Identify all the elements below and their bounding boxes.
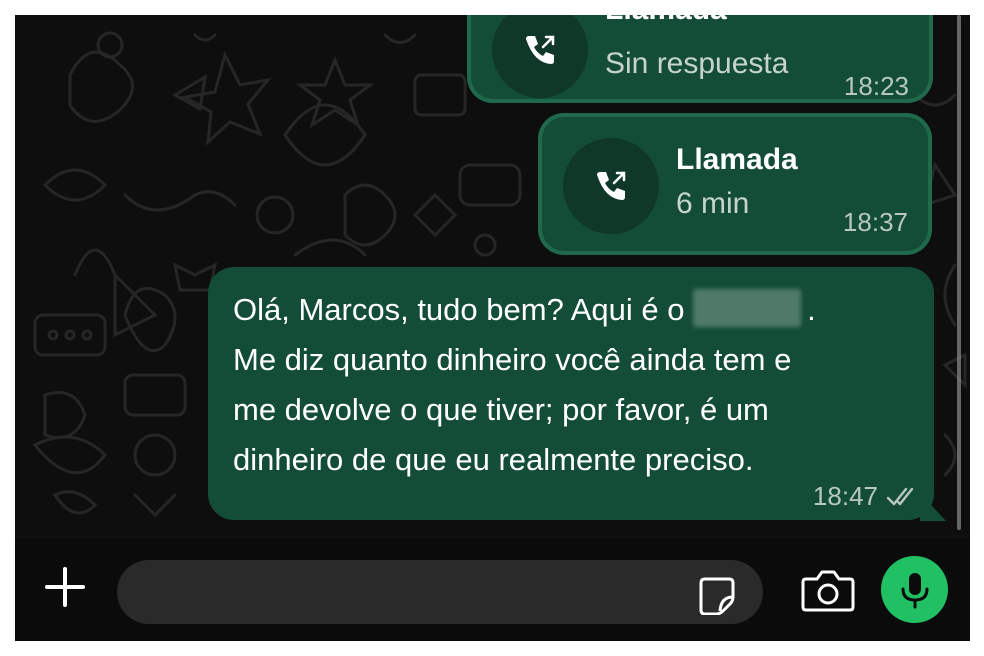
composer-bar xyxy=(15,538,970,641)
chat-area[interactable]: Llamada Sin respuesta 18:23 Llamada 6 mi… xyxy=(15,15,970,538)
outgoing-call-icon xyxy=(526,35,555,64)
message-line: dinheiro de que eu realmente preciso. xyxy=(233,442,754,477)
message-meta: 18:47 xyxy=(813,481,920,512)
chat-window: Llamada Sin respuesta 18:23 Llamada 6 mi… xyxy=(15,15,970,641)
message-time: 18:23 xyxy=(843,71,909,101)
message-text: Olá, Marcos, tudo bem? Aqui é o . Me diz… xyxy=(233,285,923,485)
call-status: Sin respuesta xyxy=(605,47,789,80)
microphone-button[interactable] xyxy=(881,556,948,623)
double-check-icon xyxy=(886,487,914,505)
message-input[interactable] xyxy=(117,560,763,624)
call-title: Llamada xyxy=(676,143,798,176)
call-duration: 6 min xyxy=(676,187,750,220)
outgoing-call-icon-container xyxy=(563,138,659,234)
outgoing-call-icon xyxy=(597,171,626,200)
call-title: Llamada xyxy=(605,15,727,27)
message-line: Olá, Marcos, tudo bem? Aqui é o . xyxy=(233,285,923,335)
scrollbar[interactable] xyxy=(957,15,961,530)
plus-icon[interactable] xyxy=(41,563,89,611)
message-punctuation: . xyxy=(807,292,816,327)
call-message-bubble[interactable]: Llamada Sin respuesta 18:23 xyxy=(467,15,933,103)
message-line: me devolve o que tiver; por favor, é um xyxy=(233,392,769,427)
redacted-name xyxy=(693,289,802,327)
message-time: 18:37 xyxy=(842,207,908,237)
call-message-bubble[interactable]: Llamada 6 min 18:37 xyxy=(538,113,932,255)
camera-icon[interactable] xyxy=(801,567,855,613)
text-message-bubble[interactable]: Olá, Marcos, tudo bem? Aqui é o . Me diz… xyxy=(208,267,934,520)
message-line-text: Olá, Marcos, tudo bem? Aqui é o xyxy=(233,292,685,327)
sticker-icon[interactable] xyxy=(697,575,737,615)
message-time: 18:47 xyxy=(812,481,878,511)
microphone-icon xyxy=(901,572,928,608)
message-line: Me diz quanto dinheiro você ainda tem e xyxy=(233,342,792,377)
outgoing-call-icon-container xyxy=(492,15,588,98)
